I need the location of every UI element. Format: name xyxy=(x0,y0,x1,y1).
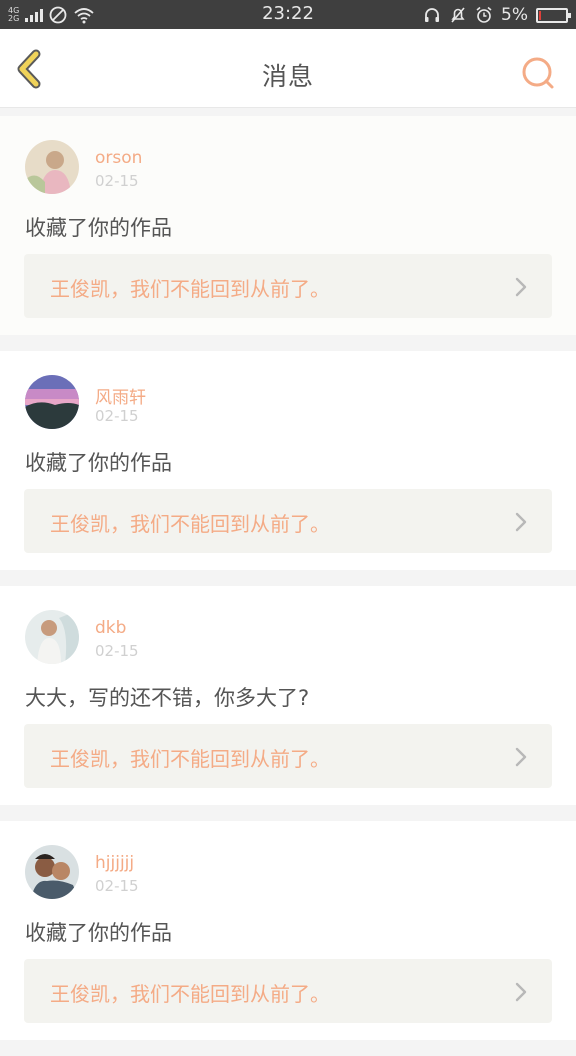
chevron-left-icon[interactable] xyxy=(12,49,48,89)
avatar-photo-girl xyxy=(25,610,79,664)
message-card: orson 02-15 收藏了你的作品 王俊凯，我们不能回到从前了。 xyxy=(0,116,576,335)
avatar[interactable] xyxy=(25,610,79,664)
username[interactable]: dkb xyxy=(95,618,126,638)
chevron-right-icon xyxy=(515,747,527,767)
avatar-photo-children xyxy=(25,845,79,899)
username[interactable]: 风雨轩 xyxy=(95,383,146,408)
chevron-right-icon xyxy=(515,277,527,297)
battery-percent: 5% xyxy=(501,5,528,25)
message-date: 02-15 xyxy=(95,642,139,660)
work-link[interactable]: 王俊凯，我们不能回到从前了。 xyxy=(24,254,552,318)
work-title: 王俊凯，我们不能回到从前了。 xyxy=(50,512,330,536)
username[interactable]: hjjjjjj xyxy=(95,853,134,873)
work-link[interactable]: 王俊凯，我们不能回到从前了。 xyxy=(24,959,552,1023)
message-content: 大大，写的还不错，你多大了? xyxy=(25,686,310,710)
avatar[interactable] xyxy=(25,140,79,194)
username[interactable]: orson xyxy=(95,148,142,168)
work-title: 王俊凯，我们不能回到从前了。 xyxy=(50,277,330,301)
work-title: 王俊凯，我们不能回到从前了。 xyxy=(50,982,330,1006)
message-list: orson 02-15 收藏了你的作品 王俊凯，我们不能回到从前了。 风雨轩 0… xyxy=(0,116,576,1056)
search-icon[interactable] xyxy=(518,53,558,93)
work-title: 王俊凯，我们不能回到从前了。 xyxy=(50,747,330,771)
mute-icon xyxy=(451,7,465,23)
message-content: 收藏了你的作品 xyxy=(25,451,172,475)
message-card: hjjjjjj 02-15 收藏了你的作品 王俊凯，我们不能回到从前了。 xyxy=(0,821,576,1040)
navbar: 消息 xyxy=(0,29,576,108)
chevron-right-icon xyxy=(515,982,527,1002)
avatar-photo-sunset xyxy=(25,375,79,429)
message-content: 收藏了你的作品 xyxy=(25,921,172,945)
work-link[interactable]: 王俊凯，我们不能回到从前了。 xyxy=(24,489,552,553)
battery-level xyxy=(539,10,541,20)
page-title: 消息 xyxy=(261,62,314,91)
alarm-icon xyxy=(476,6,492,23)
message-card: 风雨轩 02-15 收藏了你的作品 王俊凯，我们不能回到从前了。 xyxy=(0,351,576,570)
message-content: 收藏了你的作品 xyxy=(25,216,172,240)
status-bar: 4G 2G 23:22 5% xyxy=(0,0,576,29)
message-date: 02-15 xyxy=(95,172,139,190)
headset-icon xyxy=(425,8,440,22)
avatar[interactable] xyxy=(25,375,79,429)
message-date: 02-15 xyxy=(95,407,139,425)
avatar-photo-woman xyxy=(25,140,79,194)
work-link[interactable]: 王俊凯，我们不能回到从前了。 xyxy=(24,724,552,788)
avatar[interactable] xyxy=(25,845,79,899)
battery-icon xyxy=(536,7,571,23)
chevron-right-icon xyxy=(515,512,527,532)
status-right: 5% xyxy=(423,3,571,27)
message-date: 02-15 xyxy=(95,877,139,895)
message-card: dkb 02-15 大大，写的还不错，你多大了? 王俊凯，我们不能回到从前了。 xyxy=(0,586,576,805)
